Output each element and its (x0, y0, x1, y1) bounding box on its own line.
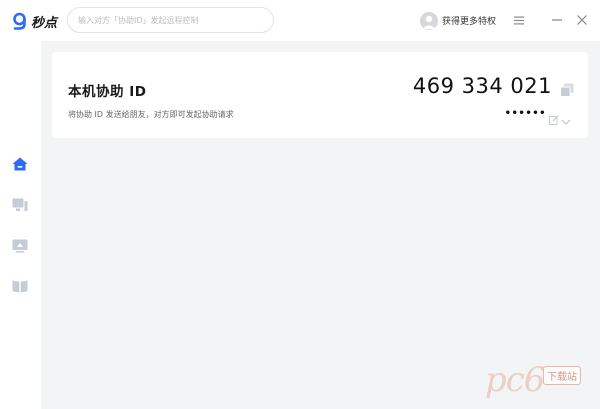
copy-button[interactable] (560, 82, 574, 97)
copy-icon (560, 83, 574, 97)
watermark: pc6 下载站 (485, 360, 595, 405)
chevron-down-icon (561, 119, 571, 125)
close-icon (577, 15, 587, 25)
user-privilege-link[interactable]: 获得更多特权 (442, 14, 496, 27)
sidebar-item-devices[interactable] (11, 196, 29, 214)
app-logo: 秒点 (12, 11, 57, 31)
edit-password-button[interactable] (549, 110, 559, 125)
search-box[interactable] (67, 7, 274, 33)
app-logo-icon (13, 12, 26, 30)
minimize-icon (552, 19, 562, 21)
home-icon (12, 157, 28, 171)
device-icon (12, 198, 28, 211)
user-area[interactable]: 获得更多特权 (420, 11, 496, 30)
password-options-dropdown[interactable] (561, 111, 571, 125)
minimize-button[interactable] (549, 12, 565, 28)
edit-icon (549, 115, 559, 125)
password-masked: •••••• (504, 108, 546, 119)
book-icon (12, 280, 28, 292)
close-button[interactable] (574, 12, 590, 28)
sidebar (0, 41, 41, 409)
title-bar: 秒点 获得更多特权 (0, 0, 600, 41)
user-icon (422, 15, 436, 29)
sidebar-item-home[interactable] (11, 155, 29, 173)
assist-id-value: 469 334 021 (412, 74, 552, 98)
search-input[interactable] (78, 12, 263, 28)
sidebar-item-guide[interactable] (11, 277, 29, 295)
watermark-logo: pc6 (485, 360, 545, 400)
menu-button[interactable] (511, 12, 527, 28)
card-subtitle: 将协助 ID 发送给朋友，对方即可发起协助请求 (68, 110, 234, 119)
avatar[interactable] (420, 11, 438, 30)
card-title: 本机协助 ID (68, 84, 147, 100)
assist-id-card: 本机协助 ID 将协助 ID 发送给朋友，对方即可发起协助请求 469 334 … (52, 52, 588, 138)
sidebar-item-screen[interactable] (11, 237, 29, 255)
app-name: 秒点 (31, 15, 58, 31)
menu-icon (514, 16, 524, 24)
screen-icon (12, 239, 28, 253)
watermark-badge: 下载站 (543, 366, 581, 385)
